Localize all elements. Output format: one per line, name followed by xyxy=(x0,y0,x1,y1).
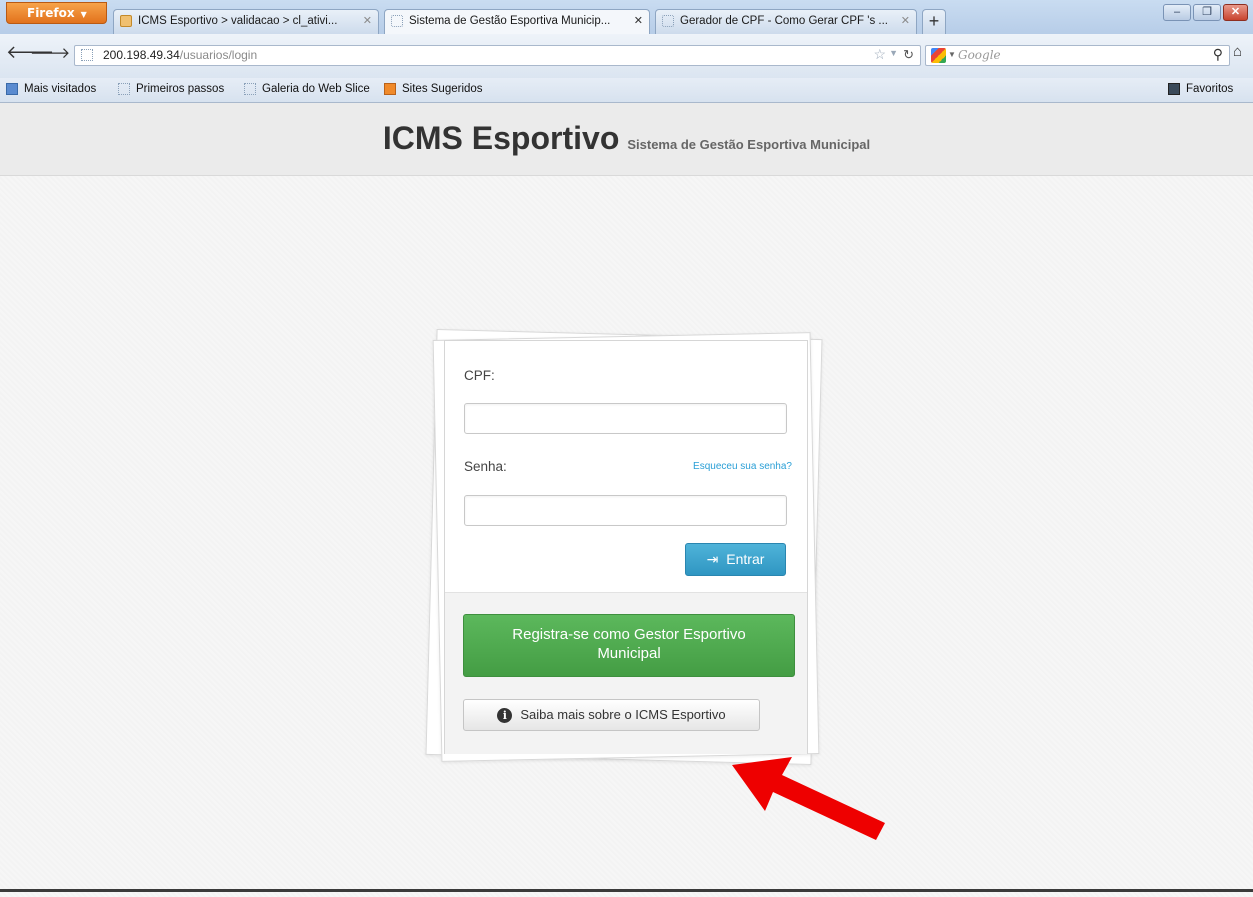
red-arrow-annotation xyxy=(732,757,885,840)
bookmark-galeria-web-slice[interactable]: Galeria do Web Slice xyxy=(244,78,370,100)
search-bar[interactable]: ▼ Google ⚲ xyxy=(925,45,1230,66)
forward-arrow-icon[interactable]: 🡒 xyxy=(30,43,70,62)
saiba-mais-button[interactable]: i Saiba mais sobre o ICMS Esportivo xyxy=(463,699,760,731)
sign-in-icon: ⇥ xyxy=(706,551,719,567)
entrar-label: Entrar xyxy=(726,551,765,567)
senha-input[interactable] xyxy=(464,495,787,526)
site-title: ICMS Esportivo xyxy=(382,120,620,156)
bookmark-label: Sites Sugeridos xyxy=(402,83,483,95)
maximize-button[interactable]: ❐ xyxy=(1193,4,1221,21)
site-header: ICMS Esportivo Sistema de Gestão Esportiv… xyxy=(0,103,1253,176)
bookmark-sites-sugeridos[interactable]: Sites Sugeridos xyxy=(384,78,483,100)
page-favicon-icon xyxy=(662,15,674,27)
url-path: /usuarios/login xyxy=(179,48,258,62)
tab-sistema-gestao[interactable]: Sistema de Gestão Esportiva Municip... ✕ xyxy=(384,9,650,35)
firefox-menu-label: Firefox xyxy=(27,6,75,20)
tab-title: Sistema de Gestão Esportiva Municip... xyxy=(409,15,611,27)
google-logo-icon[interactable] xyxy=(931,48,946,63)
search-icon[interactable]: ⚲ xyxy=(1213,46,1223,63)
browser-titlebar: Firefox ▼ ICMS Esportivo > validacao > cl… xyxy=(0,0,1253,35)
most-visited-icon xyxy=(6,83,18,95)
bookmark-label: Mais visitados xyxy=(24,83,97,95)
saiba-mais-label: Saiba mais sobre o ICMS Esportivo xyxy=(520,707,726,722)
bookmark-label: Primeiros passos xyxy=(136,83,225,95)
tab-title: Gerador de CPF - Como Gerar CPF 's ... xyxy=(680,15,888,27)
bookmark-label: Galeria do Web Slice xyxy=(262,83,370,95)
suggested-sites-icon xyxy=(384,83,396,95)
address-text[interactable]: 200.198.49.34/usuarios/login xyxy=(103,48,257,62)
bookmark-primeiros-passos[interactable]: Primeiros passos xyxy=(118,78,224,100)
close-window-button[interactable]: ✕ xyxy=(1223,4,1248,21)
history-dropdown-icon[interactable]: ▼ xyxy=(889,48,898,58)
favorites-icon xyxy=(1168,83,1180,95)
page-favicon-icon xyxy=(391,15,403,27)
entrar-button[interactable]: ⇥ Entrar xyxy=(685,543,786,576)
login-card: CPF: Senha: Esqueceu sua senha? ⇥ Entrar … xyxy=(444,340,808,754)
url-host: 200.198.49.34 xyxy=(103,48,180,62)
chevron-down-icon: ▼ xyxy=(80,10,87,19)
page-favicon-icon xyxy=(120,15,132,27)
senha-label: Senha: xyxy=(464,459,507,474)
red-arrow-shape xyxy=(732,757,885,840)
cpf-label: CPF: xyxy=(464,368,495,383)
tab-icms-validacao[interactable]: ICMS Esportivo > validacao > cl_ativi...… xyxy=(113,9,379,34)
info-circle-icon: i xyxy=(497,708,513,724)
register-label: Registra-se como Gestor Esportivo Munici… xyxy=(512,626,746,662)
close-tab-icon[interactable]: ✕ xyxy=(363,10,372,32)
favorites-label: Favoritos xyxy=(1186,83,1234,95)
forgot-password-link[interactable]: Esqueceu sua senha? xyxy=(693,461,792,472)
tab-gerador-cpf[interactable]: Gerador de CPF - Como Gerar CPF 's ... ✕ xyxy=(655,9,917,34)
register-gestor-button[interactable]: Registra-se como Gestor Esportivo Munici… xyxy=(463,614,795,677)
close-tab-icon[interactable]: ✕ xyxy=(901,10,910,32)
favorites-button[interactable]: Favoritos xyxy=(1168,78,1233,100)
bookmark-star-icon[interactable]: ☆ xyxy=(873,46,886,63)
bookmarks-toolbar: Mais visitados Primeiros passos Galeria … xyxy=(0,78,1253,103)
cpf-input[interactable] xyxy=(464,403,787,434)
site-subtitle: Sistema de Gestão Esportiva Municipal xyxy=(627,137,871,152)
browser-navbar: 🡐 🡒 200.198.49.34/usuarios/login ☆ ▼ ↻ ▼… xyxy=(0,34,1253,78)
reload-icon[interactable]: ↻ xyxy=(903,47,914,63)
new-tab-button[interactable]: + xyxy=(922,9,946,34)
page-identity-icon xyxy=(81,49,93,61)
home-icon[interactable]: ⌂ xyxy=(1233,43,1242,60)
window-bottom-edge xyxy=(0,889,1253,892)
close-tab-icon[interactable]: ✕ xyxy=(634,10,643,32)
firefox-menu-button[interactable]: Firefox ▼ xyxy=(6,2,107,24)
bookmark-mais-visitados[interactable]: Mais visitados xyxy=(6,78,96,100)
address-bar[interactable]: 200.198.49.34/usuarios/login ☆ ▼ ↻ xyxy=(74,45,921,66)
search-placeholder: Google xyxy=(958,48,1001,62)
minimize-button[interactable]: – xyxy=(1163,4,1191,21)
page-body: ICMS Esportivo Sistema de Gestão Esportiv… xyxy=(0,103,1253,897)
page-icon xyxy=(118,83,130,95)
tab-title: ICMS Esportivo > validacao > cl_ativi... xyxy=(138,15,338,27)
site-brand: ICMS Esportivo Sistema de Gestão Esportiv… xyxy=(0,120,1253,157)
page-icon xyxy=(244,83,256,95)
search-engine-dropdown-icon[interactable]: ▼ xyxy=(948,50,956,59)
